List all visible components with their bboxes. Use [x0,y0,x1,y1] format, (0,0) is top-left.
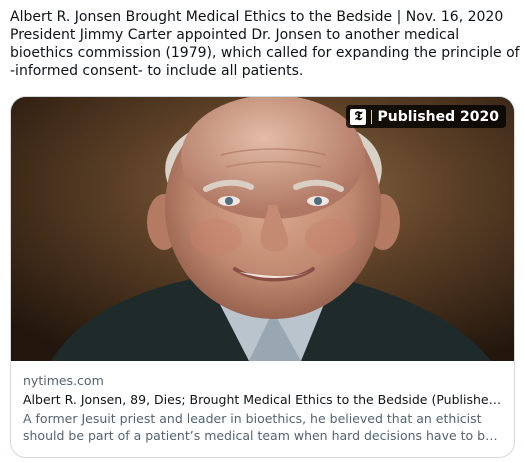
card-title: Albert R. Jonsen, 89, Dies; Brought Medi… [23,392,503,407]
card-body[interactable]: nytimes.com Albert R. Jonsen, 89, Dies; … [23,372,503,444]
tweet-text-line: President Jimmy Carter appointed Dr. Jon… [10,27,460,43]
tweet-text-line: bioethics commission (1979), which calle… [10,45,520,61]
tweet-text-line: Albert R. Jonsen Brought Medical Ethics … [10,9,504,25]
link-preview-card[interactable]: 𝕿 Published 2020 nytimes.com Albert R. J… [10,96,515,458]
badge-divider [371,109,373,124]
card-description-line: should be part of a patient’s medical te… [23,428,503,443]
card-image[interactable]: 𝕿 Published 2020 [11,97,514,361]
tweet-text: Albert R. Jonsen Brought Medical Ethics … [10,8,520,80]
portrait-photo [11,97,514,361]
published-badge: 𝕿 Published 2020 [346,105,506,128]
tweet-text-line: -informed consent- to include all patien… [10,63,304,79]
nyt-logo-icon: 𝕿 [350,108,367,125]
card-description: A former Jesuit priest and leader in bio… [23,410,503,444]
badge-label: Published 2020 [377,108,499,125]
card-description-line: A former Jesuit priest and leader in bio… [23,411,482,426]
card-domain: nytimes.com [23,373,104,388]
